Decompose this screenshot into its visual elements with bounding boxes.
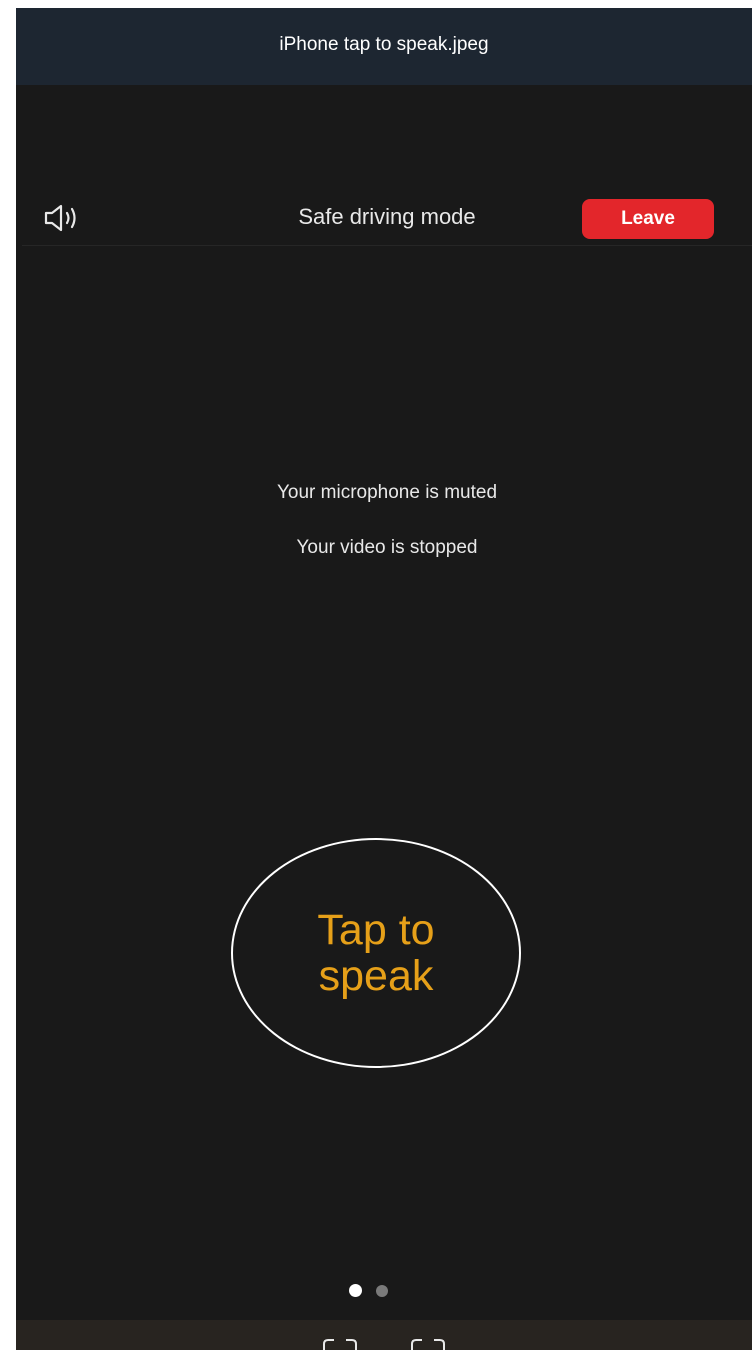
expand-icon[interactable] [320, 1338, 360, 1350]
page-dot-active[interactable] [349, 1284, 362, 1297]
leave-button[interactable]: Leave [582, 199, 714, 239]
viewer-window: iPhone tap to speak.jpeg Safe driving mo… [16, 8, 752, 1350]
microphone-status: Your microphone is muted [276, 482, 498, 503]
viewer-title-bar: iPhone tap to speak.jpeg [16, 8, 752, 85]
fullscreen-icon[interactable] [408, 1338, 448, 1350]
page-indicator [349, 1284, 409, 1298]
speaker-icon[interactable] [40, 200, 90, 236]
viewer-title: iPhone tap to speak.jpeg [279, 33, 489, 55]
meeting-top-bar: Safe driving mode Leave [22, 190, 752, 246]
phone-screen: Safe driving mode Leave Your microphone … [22, 85, 752, 1320]
page-dot-inactive[interactable] [376, 1285, 388, 1297]
video-status: Your video is stopped [296, 537, 478, 558]
viewer-bottom-toolbar [16, 1320, 752, 1350]
tap-to-speak-button[interactable]: Tap to speak [231, 838, 521, 1068]
tap-to-speak-label: Tap to speak [317, 906, 435, 1000]
